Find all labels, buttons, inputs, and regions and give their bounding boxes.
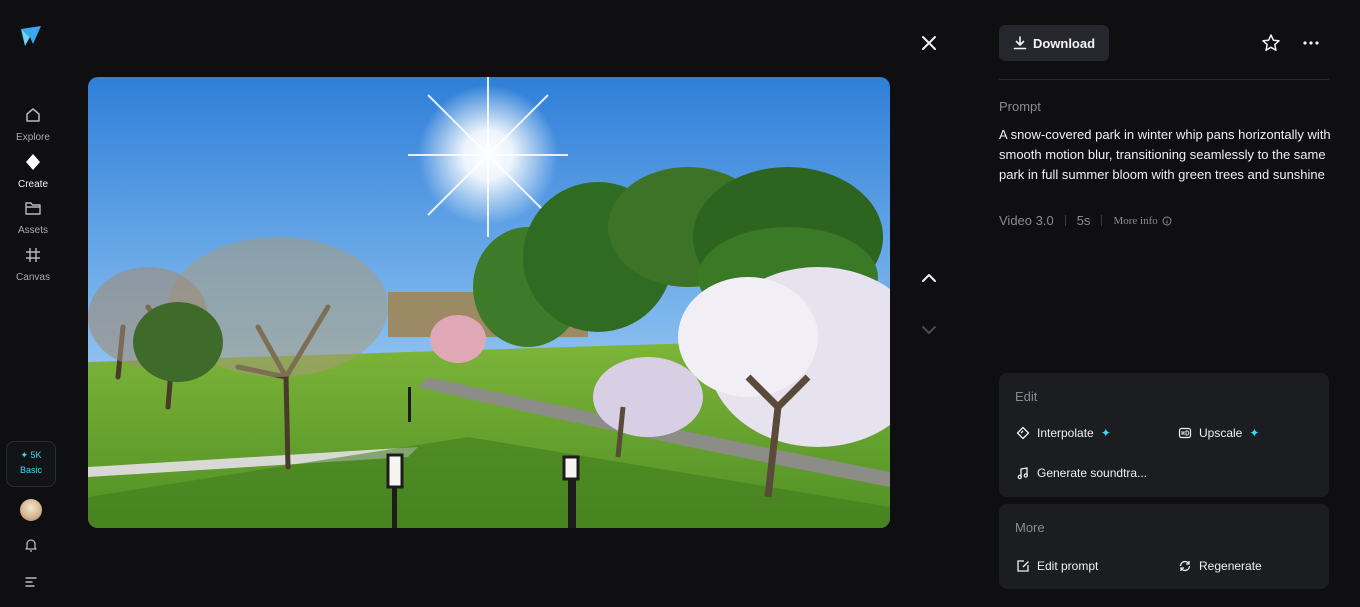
interpolate-label: Interpolate [1037, 426, 1094, 440]
header-divider [999, 79, 1329, 80]
edit-prompt-button[interactable]: Edit prompt [1016, 559, 1098, 573]
sidebar-item-explore[interactable]: Explore [0, 106, 66, 145]
refresh-icon [1179, 560, 1191, 572]
generate-soundtrack-button[interactable]: Generate soundtra... [1016, 466, 1147, 480]
download-icon [1013, 36, 1027, 50]
prompt-label: Prompt [999, 99, 1041, 114]
chevron-up-icon[interactable] [919, 268, 939, 293]
sparkle-icon: ✦ [1100, 426, 1111, 440]
upscale-button[interactable]: Upscale ✦ [1178, 426, 1259, 440]
edit-card-title: Edit [1015, 389, 1038, 404]
hd-icon [1178, 427, 1192, 439]
video-frame-image [88, 77, 890, 528]
download-button[interactable]: Download [999, 25, 1109, 61]
edit-prompt-label: Edit prompt [1037, 559, 1099, 573]
more-options-icon[interactable] [1301, 33, 1321, 58]
more-card-title: More [1015, 520, 1045, 535]
interpolate-button[interactable]: Interpolate ✦ [1016, 426, 1111, 440]
close-icon[interactable] [919, 33, 939, 58]
music-note-icon [1017, 467, 1028, 480]
info-icon [1162, 216, 1172, 225]
app-logo-icon[interactable] [19, 24, 45, 50]
interpolate-icon [1016, 426, 1030, 440]
edit-prompt-icon [1017, 560, 1029, 572]
model-version: Video 3.0 [999, 213, 1054, 228]
sparkle-icon: ✦ [1249, 426, 1260, 440]
sidebar-item-assets[interactable]: Assets [0, 199, 66, 238]
download-label: Download [1032, 35, 1096, 51]
credits-amount: ✦ 5K [20, 450, 42, 460]
meta-separator [1101, 215, 1103, 226]
more-card: More Edit prompt Regenerate [999, 504, 1329, 589]
bell-icon[interactable] [23, 537, 39, 558]
sidebar-item-label: Assets [17, 225, 48, 236]
plan-tier: Basic [19, 465, 42, 475]
left-sidebar: Explore Create Assets Canvas ✦ 5K Basic [0, 0, 66, 607]
video-duration: 5s [1076, 213, 1091, 228]
home-icon [26, 108, 40, 122]
sidebar-item-label: Canvas [16, 272, 50, 283]
prompt-text: A snow-covered park in winter whip pans … [999, 127, 1331, 182]
chevron-down-icon[interactable] [919, 320, 939, 345]
diamond-icon [26, 154, 40, 170]
edit-card: Edit Interpolate ✦ Upscale ✦ Generate so… [999, 373, 1329, 497]
generation-meta: Video 3.0 5s More info [999, 213, 1172, 228]
credits-badge[interactable]: ✦ 5K Basic [6, 441, 56, 487]
sidebar-item-label: Explore [16, 132, 50, 143]
star-icon[interactable] [1261, 33, 1281, 58]
more-info-link[interactable]: More info [1113, 214, 1172, 227]
more-info-label: More info [1113, 214, 1158, 227]
sidebar-item-canvas[interactable]: Canvas [0, 246, 66, 285]
regenerate-button[interactable]: Regenerate [1178, 559, 1262, 573]
video-preview[interactable] [88, 77, 890, 528]
meta-separator [1064, 215, 1066, 226]
regenerate-label: Regenerate [1199, 559, 1262, 573]
upscale-label: Upscale [1199, 426, 1243, 440]
grid-frame-icon [26, 248, 40, 262]
avatar[interactable] [20, 499, 42, 521]
sidebar-item-label: Create [17, 179, 48, 190]
collapse-menu-icon[interactable] [23, 574, 39, 595]
folder-icon [25, 202, 41, 215]
generate-soundtrack-label: Generate soundtra... [1037, 466, 1148, 480]
sidebar-item-create[interactable]: Create [0, 153, 66, 192]
